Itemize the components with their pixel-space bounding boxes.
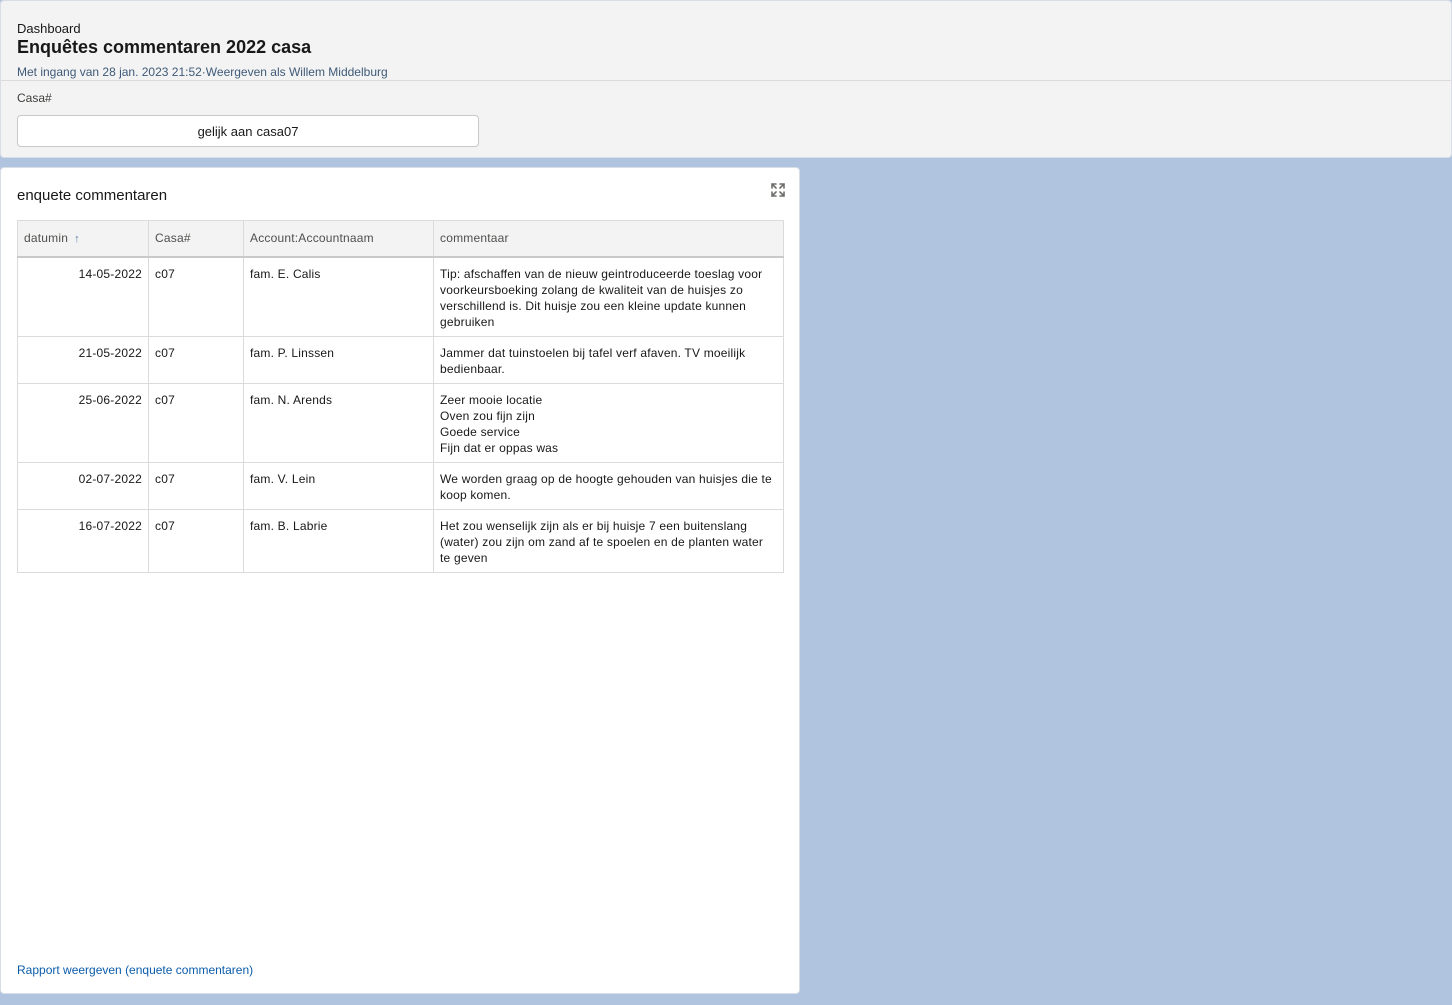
cell-comment: Het zou wenselijk zijn als er bij huisje… [433, 508, 784, 573]
table-row: 02-07-2022 c07 fam. V. Lein We worden gr… [17, 461, 784, 510]
cell-date: 14-05-2022 [17, 256, 149, 337]
filter-label: Casa# [17, 91, 52, 105]
report-card: enquete commentaren datumin ↑ Casa# Accou… [0, 167, 800, 994]
cell-date: 16-07-2022 [17, 508, 149, 573]
cell-casa: c07 [148, 256, 244, 337]
column-header-account[interactable]: Account:Accountnaam [243, 220, 434, 258]
dashboard-header: Dashboard Enquêtes commentaren 2022 casa… [0, 0, 1452, 158]
cell-comment: We worden graag op de hoogte gehouden va… [433, 461, 784, 510]
table-row: 21-05-2022 c07 fam. P. Linssen Jammer da… [17, 335, 784, 384]
comments-table: datumin ↑ Casa# Account:Accountnaam comme… [17, 220, 784, 573]
cell-date: 21-05-2022 [17, 335, 149, 384]
filter-value: casa07 [256, 123, 299, 139]
cell-date: 25-06-2022 [17, 382, 149, 463]
filter-operator: gelijk aan [197, 123, 253, 139]
arrow-up-icon: ↑ [74, 233, 80, 246]
header-subtitle: Met ingang van 28 jan. 2023 21:52·Weerge… [17, 65, 388, 79]
cell-casa: c07 [148, 335, 244, 384]
cell-date: 02-07-2022 [17, 461, 149, 510]
page-title: Enquêtes commentaren 2022 casa [17, 37, 312, 57]
cell-casa: c07 [148, 508, 244, 573]
casa-filter[interactable]: gelijk aan casa07 [17, 115, 479, 147]
column-header-comment[interactable]: commentaar [433, 220, 784, 258]
account-link[interactable]: fam. B. Labrie [243, 508, 434, 573]
cell-casa: c07 [148, 382, 244, 463]
cell-comment: Jammer dat tuinstoelen bij tafel verf af… [433, 335, 784, 384]
account-link[interactable]: fam. E. Calis [243, 256, 434, 337]
card-title: enquete commentaren [17, 187, 168, 204]
column-header-casa[interactable]: Casa# [148, 220, 244, 258]
expand-icon[interactable] [771, 183, 785, 197]
table-row: 16-07-2022 c07 fam. B. Labrie Het zou we… [17, 508, 784, 573]
cell-casa: c07 [148, 461, 244, 510]
account-link[interactable]: fam. N. Arends [243, 382, 434, 463]
view-report-link[interactable]: Rapport weergeven (enquete commentaren) [17, 963, 253, 977]
cell-comment: Zeer mooie locatie Oven zou fijn zijn Go… [433, 382, 784, 463]
table-header-row: datumin ↑ Casa# Account:Accountnaam comme… [17, 220, 784, 258]
account-link[interactable]: fam. P. Linssen [243, 335, 434, 384]
table-row: 25-06-2022 c07 fam. N. Arends Zeer mooie… [17, 382, 784, 463]
account-link[interactable]: fam. V. Lein [243, 461, 434, 510]
cell-comment: Tip: afschaffen van de nieuw geintroduce… [433, 256, 784, 337]
header-title-block: Dashboard Enquêtes commentaren 2022 casa… [1, 1, 1451, 81]
header-eyebrow: Dashboard [17, 21, 81, 36]
table-row: 14-05-2022 c07 fam. E. Calis Tip: afscha… [17, 256, 784, 337]
column-header-date[interactable]: datumin ↑ [17, 220, 149, 258]
